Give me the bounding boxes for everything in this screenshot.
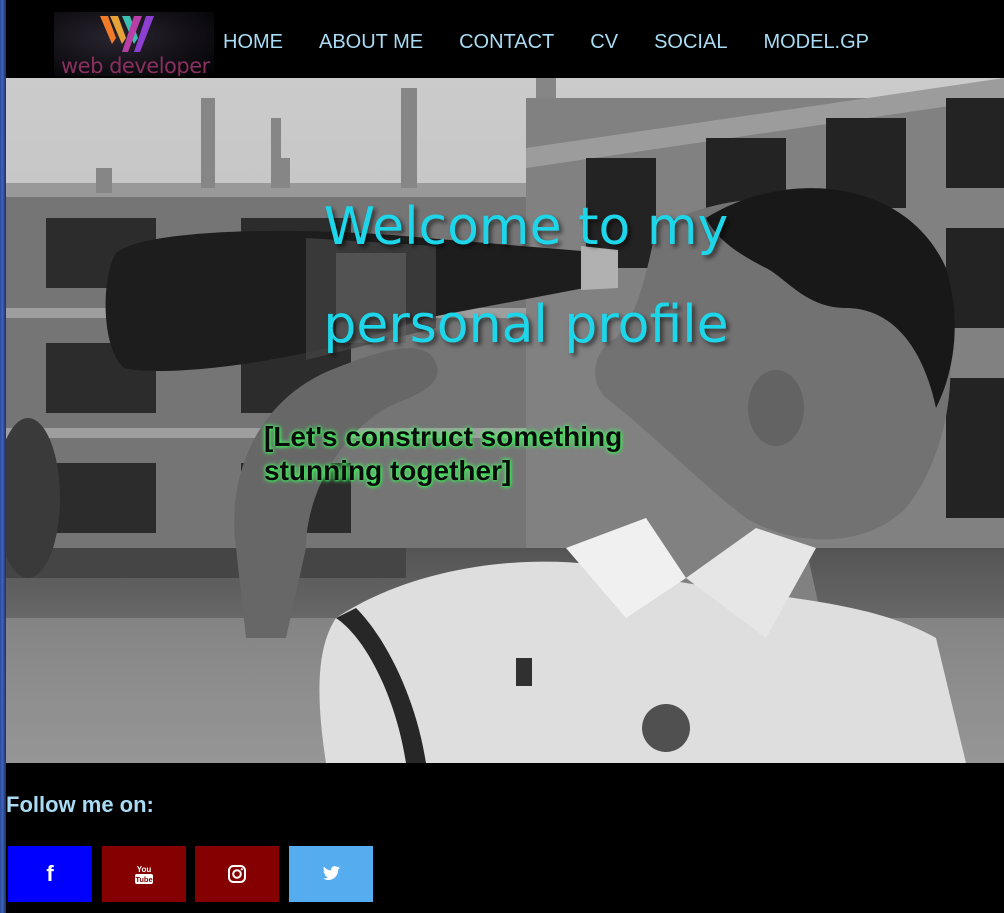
hero-section: Welcome to my personal profile [Let's co…: [6, 78, 1004, 763]
svg-text:Tube: Tube: [135, 875, 152, 884]
youtube-icon: You Tube: [135, 865, 153, 884]
hero-subtitle: [Let's construct something stunning toge…: [264, 421, 623, 486]
nav-links: HOME ABOUT ME CONTACT CV SOCIAL MODEL.GP: [223, 30, 905, 54]
nav-link-about-me[interactable]: ABOUT ME: [319, 30, 423, 54]
facebook-icon: f: [46, 861, 54, 886]
logo[interactable]: web developer: [54, 12, 214, 76]
twitter-button[interactable]: [289, 846, 373, 902]
hero-title: Welcome to my personal profile: [323, 197, 729, 355]
svg-text:You: You: [137, 865, 152, 874]
nav-link-home[interactable]: HOME: [223, 30, 283, 54]
logo-text: web developer: [61, 54, 210, 76]
logo-mark-icon: [100, 16, 154, 52]
instagram-icon: [228, 865, 246, 883]
nav-link-social[interactable]: SOCIAL: [654, 30, 727, 54]
twitter-icon: [322, 866, 341, 880]
facebook-button[interactable]: f: [8, 846, 92, 902]
follow-title: Follow me on:: [6, 792, 154, 817]
nav-link-cv[interactable]: CV: [590, 30, 618, 54]
page: web developer HOME ABOUT ME CONTACT CV S…: [0, 0, 1004, 913]
nav-link-contact[interactable]: CONTACT: [459, 30, 554, 54]
youtube-button[interactable]: You Tube: [102, 846, 186, 902]
navbar: web developer HOME ABOUT ME CONTACT CV S…: [6, 0, 1004, 78]
instagram-button[interactable]: [195, 846, 279, 902]
nav-link-model-gp[interactable]: MODEL.GP: [763, 30, 869, 54]
